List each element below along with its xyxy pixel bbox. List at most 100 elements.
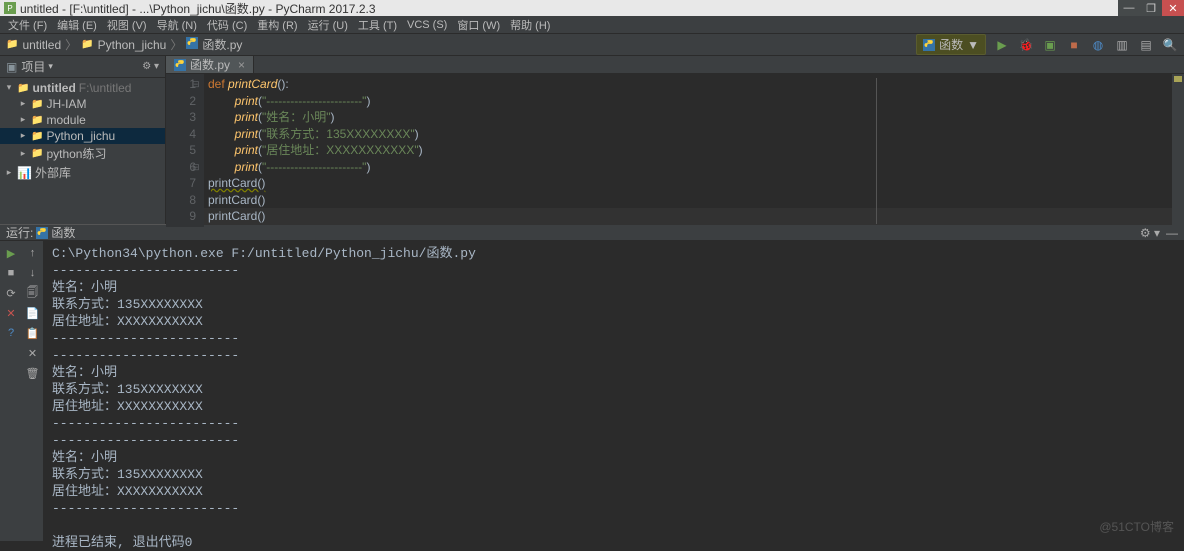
console-output[interactable]: C:\Python34\python.exe F:/untitled/Pytho… [44, 241, 1184, 541]
run-config-name: 函数 [939, 36, 963, 53]
folder-icon: 📁 [6, 39, 18, 50]
project-tree: ▾ 📁 untitled F:\untitled ▸📁JH-IAM▸📁modul… [0, 78, 165, 184]
editor-area: 函数.py × ⊟ ⊟ 123456789 def printCard(): p… [166, 56, 1184, 224]
search-icon[interactable]: 🔍 [1162, 37, 1178, 53]
menu-item[interactable]: 编辑 (E) [53, 17, 101, 33]
run-config-dropdown[interactable]: 函数 ▼ [916, 34, 986, 55]
console-ctrl-button[interactable]: 📋 [25, 325, 41, 341]
tree-external-libs[interactable]: ▸ 📊 外部库 [0, 163, 165, 182]
menu-bar: 文件 (F)编辑 (E)视图 (V)导航 (N)代码 (C)重构 (R)运行 (… [0, 16, 1184, 34]
menu-item[interactable]: 重构 (R) [253, 17, 301, 33]
editor-tab[interactable]: 函数.py × [166, 56, 254, 73]
menu-item[interactable]: 帮助 (H) [506, 17, 554, 33]
code-editor[interactable]: ⊟ ⊟ 123456789 def printCard(): print("--… [166, 74, 1184, 227]
run-coverage-button[interactable]: ▣ [1042, 37, 1058, 53]
run-settings-icon[interactable]: ⚙ ▾ [1140, 226, 1160, 240]
window-close-button[interactable]: ✕ [1162, 0, 1184, 16]
expand-icon[interactable]: ▸ [18, 115, 28, 125]
chevron-down-icon: ▼ [967, 38, 979, 52]
tree-item-label: JH-IAM [46, 97, 86, 111]
tree-item[interactable]: ▸📁python练习 [0, 144, 165, 163]
tree-root-label: untitled [32, 81, 75, 95]
expand-icon[interactable]: ▾ [4, 83, 14, 93]
breadcrumb: 📁untitled〉📁Python_jichu〉函数.py [6, 36, 242, 53]
window-titlebar: P untitled - [F:\untitled] - ...\Python_… [0, 0, 1184, 16]
warning-indicator[interactable] [1174, 76, 1182, 82]
code-text[interactable]: def printCard(): print("----------------… [204, 74, 1172, 227]
python-file-icon [174, 59, 186, 71]
console-ctrl-button[interactable]: ▶ [3, 245, 19, 261]
run-console: ▶ ■ ⟳ ✕? ↑ ↓ 🗐 📄 📋 ✕ 🗑 C:\Python34\python.exe F:/… [0, 241, 1184, 541]
python-file-icon [186, 37, 198, 52]
console-controls-2: ↑ ↓ 🗐 📄 📋 ✕ 🗑 [22, 241, 44, 541]
menu-item[interactable]: 文件 (F) [4, 17, 51, 33]
menu-item[interactable]: 导航 (N) [153, 17, 201, 33]
window-minimize-button[interactable]: — [1118, 0, 1140, 16]
breadcrumb-item[interactable]: untitled [22, 38, 61, 52]
tree-item-label: Python_jichu [46, 129, 115, 143]
ide-settings-icon[interactable]: ◍ [1090, 37, 1106, 53]
console-ctrl-button[interactable]: ↓ [25, 265, 41, 281]
navigation-bar: 📁untitled〉📁Python_jichu〉函数.py 函数 ▼ ▶ 🐞 ▣… [0, 34, 1184, 56]
sidebar-header[interactable]: ▣ 项目 ▾ ⚙ ▾ [0, 56, 165, 78]
console-ctrl-button[interactable]: ↑ [25, 245, 41, 261]
expand-icon[interactable]: ▸ [18, 131, 28, 141]
console-ctrl-button[interactable]: ✕ [25, 345, 41, 361]
tree-root-path: F:\untitled [79, 81, 132, 95]
run-button[interactable]: ▶ [994, 37, 1010, 53]
tree-item-label: python练习 [46, 145, 106, 162]
console-controls-1: ▶ ■ ⟳ ✕? [0, 241, 22, 541]
chevron-down-icon: ▾ [48, 61, 53, 72]
menu-item[interactable]: 视图 (V) [103, 17, 151, 33]
python-file-icon [36, 227, 48, 239]
console-ctrl-button[interactable]: ⟳ [3, 285, 19, 301]
menu-item[interactable]: 运行 (U) [304, 17, 352, 33]
expand-icon[interactable]: ▸ [18, 149, 28, 159]
app-icon: P [4, 2, 16, 14]
folder-icon: 📁 [31, 131, 43, 142]
tree-item[interactable]: ▸📁JH-IAM [0, 96, 165, 112]
stop-button[interactable]: ■ [1066, 37, 1082, 53]
library-icon: 📊 [17, 166, 32, 180]
tree-item[interactable]: ▸📁Python_jichu [0, 128, 165, 144]
tab-close-icon[interactable]: × [238, 58, 245, 72]
project-icon: ▣ [6, 60, 17, 74]
sidebar-title: 项目 [21, 58, 45, 75]
expand-icon[interactable]: ▸ [18, 99, 28, 109]
watermark: @51CTO博客 [1099, 518, 1174, 535]
folder-icon: 📁 [17, 83, 29, 94]
menu-item[interactable]: VCS (S) [403, 19, 451, 31]
toolbar-icon-2[interactable]: ▤ [1138, 37, 1154, 53]
window-maximize-button[interactable]: ❐ [1140, 0, 1162, 16]
breadcrumb-item[interactable]: Python_jichu [98, 38, 167, 52]
tree-item-label: module [46, 113, 85, 127]
debug-button[interactable]: 🐞 [1018, 37, 1034, 53]
toolbar-icon-1[interactable]: ▥ [1114, 37, 1130, 53]
folder-icon: 📁 [31, 99, 43, 110]
menu-item[interactable]: 窗口 (W) [453, 17, 504, 33]
tab-filename: 函数.py [190, 56, 230, 73]
run-panel-header[interactable]: 运行: 函数 ⚙ ▾ — [0, 225, 1184, 241]
menu-item[interactable]: 代码 (C) [203, 17, 251, 33]
run-hide-icon[interactable]: — [1166, 226, 1178, 240]
menu-item[interactable]: 工具 (T) [354, 17, 401, 33]
console-ctrl-button[interactable]: 🗐 [25, 285, 41, 301]
console-ctrl-button[interactable]: 📄 [25, 305, 41, 321]
editor-scrollbar[interactable] [1172, 74, 1184, 227]
console-ctrl-button[interactable]: ? [3, 325, 19, 341]
sidebar-gear-icon[interactable]: ⚙ ▾ [142, 61, 159, 72]
breadcrumb-item[interactable]: 函数.py [202, 36, 242, 53]
console-ctrl-button[interactable]: 🗑 [25, 365, 41, 381]
line-number-gutter: ⊟ ⊟ 123456789 [166, 74, 204, 227]
tree-item[interactable]: ▸📁module [0, 112, 165, 128]
folder-icon: 📁 [31, 115, 43, 126]
console-ctrl-button[interactable]: ■ [3, 265, 19, 281]
project-sidebar: ▣ 项目 ▾ ⚙ ▾ ▾ 📁 untitled F:\untitled ▸📁JH… [0, 56, 166, 224]
editor-tabs: 函数.py × [166, 56, 1184, 74]
tree-root[interactable]: ▾ 📁 untitled F:\untitled [0, 80, 165, 96]
tree-item-label: 外部库 [35, 164, 71, 181]
expand-icon[interactable]: ▸ [4, 168, 14, 178]
breadcrumb-separator: 〉 [170, 36, 182, 53]
console-ctrl-button[interactable]: ✕ [3, 305, 19, 321]
run-panel-name: 函数 [51, 224, 75, 241]
